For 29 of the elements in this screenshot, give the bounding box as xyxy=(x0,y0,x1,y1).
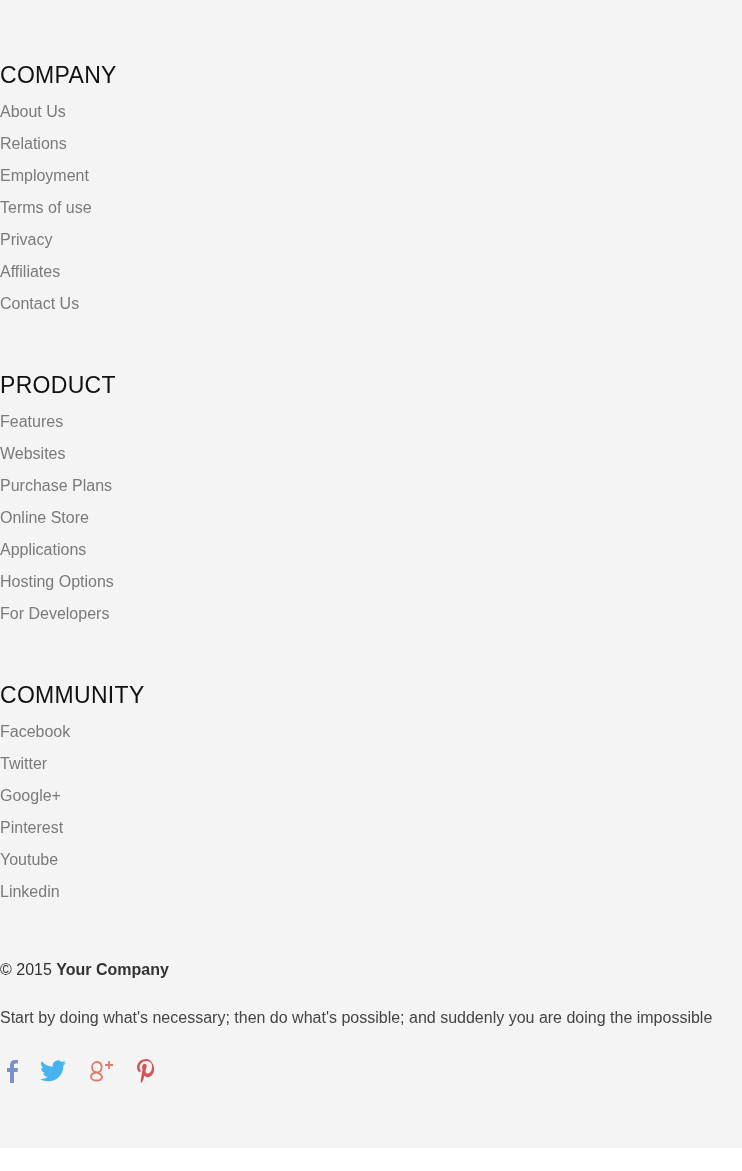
section-heading: COMMUNITY xyxy=(0,681,146,710)
footer-link[interactable]: Features xyxy=(0,406,64,438)
footer-link[interactable]: Employment xyxy=(0,160,89,192)
copyright-text: © 2015 Your Company xyxy=(0,960,170,980)
footer-link[interactable]: About Us xyxy=(0,96,66,128)
footer-link[interactable]: Purchase Plans xyxy=(0,470,113,502)
section-heading: COMPANY xyxy=(0,61,118,90)
footer-link[interactable]: Relations xyxy=(0,128,67,160)
footer-link[interactable]: Terms of use xyxy=(0,192,92,224)
footer-link[interactable]: Hosting Options xyxy=(0,566,114,598)
footer-link[interactable]: Affiliates xyxy=(0,256,61,288)
footer-link[interactable]: Applications xyxy=(0,534,87,566)
footer-link[interactable]: Twitter xyxy=(0,748,48,780)
footer-link[interactable]: Privacy xyxy=(0,224,53,256)
footer-link[interactable]: Youtube xyxy=(0,844,59,876)
pinterest-icon[interactable] xyxy=(136,1059,156,1083)
footer-link[interactable]: Contact Us xyxy=(0,288,80,320)
facebook-icon[interactable] xyxy=(6,1059,18,1083)
footer-link[interactable]: Pinterest xyxy=(0,812,64,844)
google-plus-icon[interactable] xyxy=(88,1059,114,1083)
bird-icon[interactable] xyxy=(40,1060,66,1082)
footer-link[interactable]: Facebook xyxy=(0,716,71,748)
footer-link[interactable]: Google+ xyxy=(0,780,61,812)
footer-link[interactable]: Websites xyxy=(0,438,66,470)
quote-text: Start by doing what's necessary; then do what's possible; and suddenly you are doing the impossible xyxy=(0,1008,713,1028)
footer-link[interactable]: Online Store xyxy=(0,502,89,534)
footer-link[interactable]: For Developers xyxy=(0,598,110,630)
section-heading: PRODUCT xyxy=(0,371,117,400)
footer-link[interactable]: Linkedin xyxy=(0,876,60,908)
